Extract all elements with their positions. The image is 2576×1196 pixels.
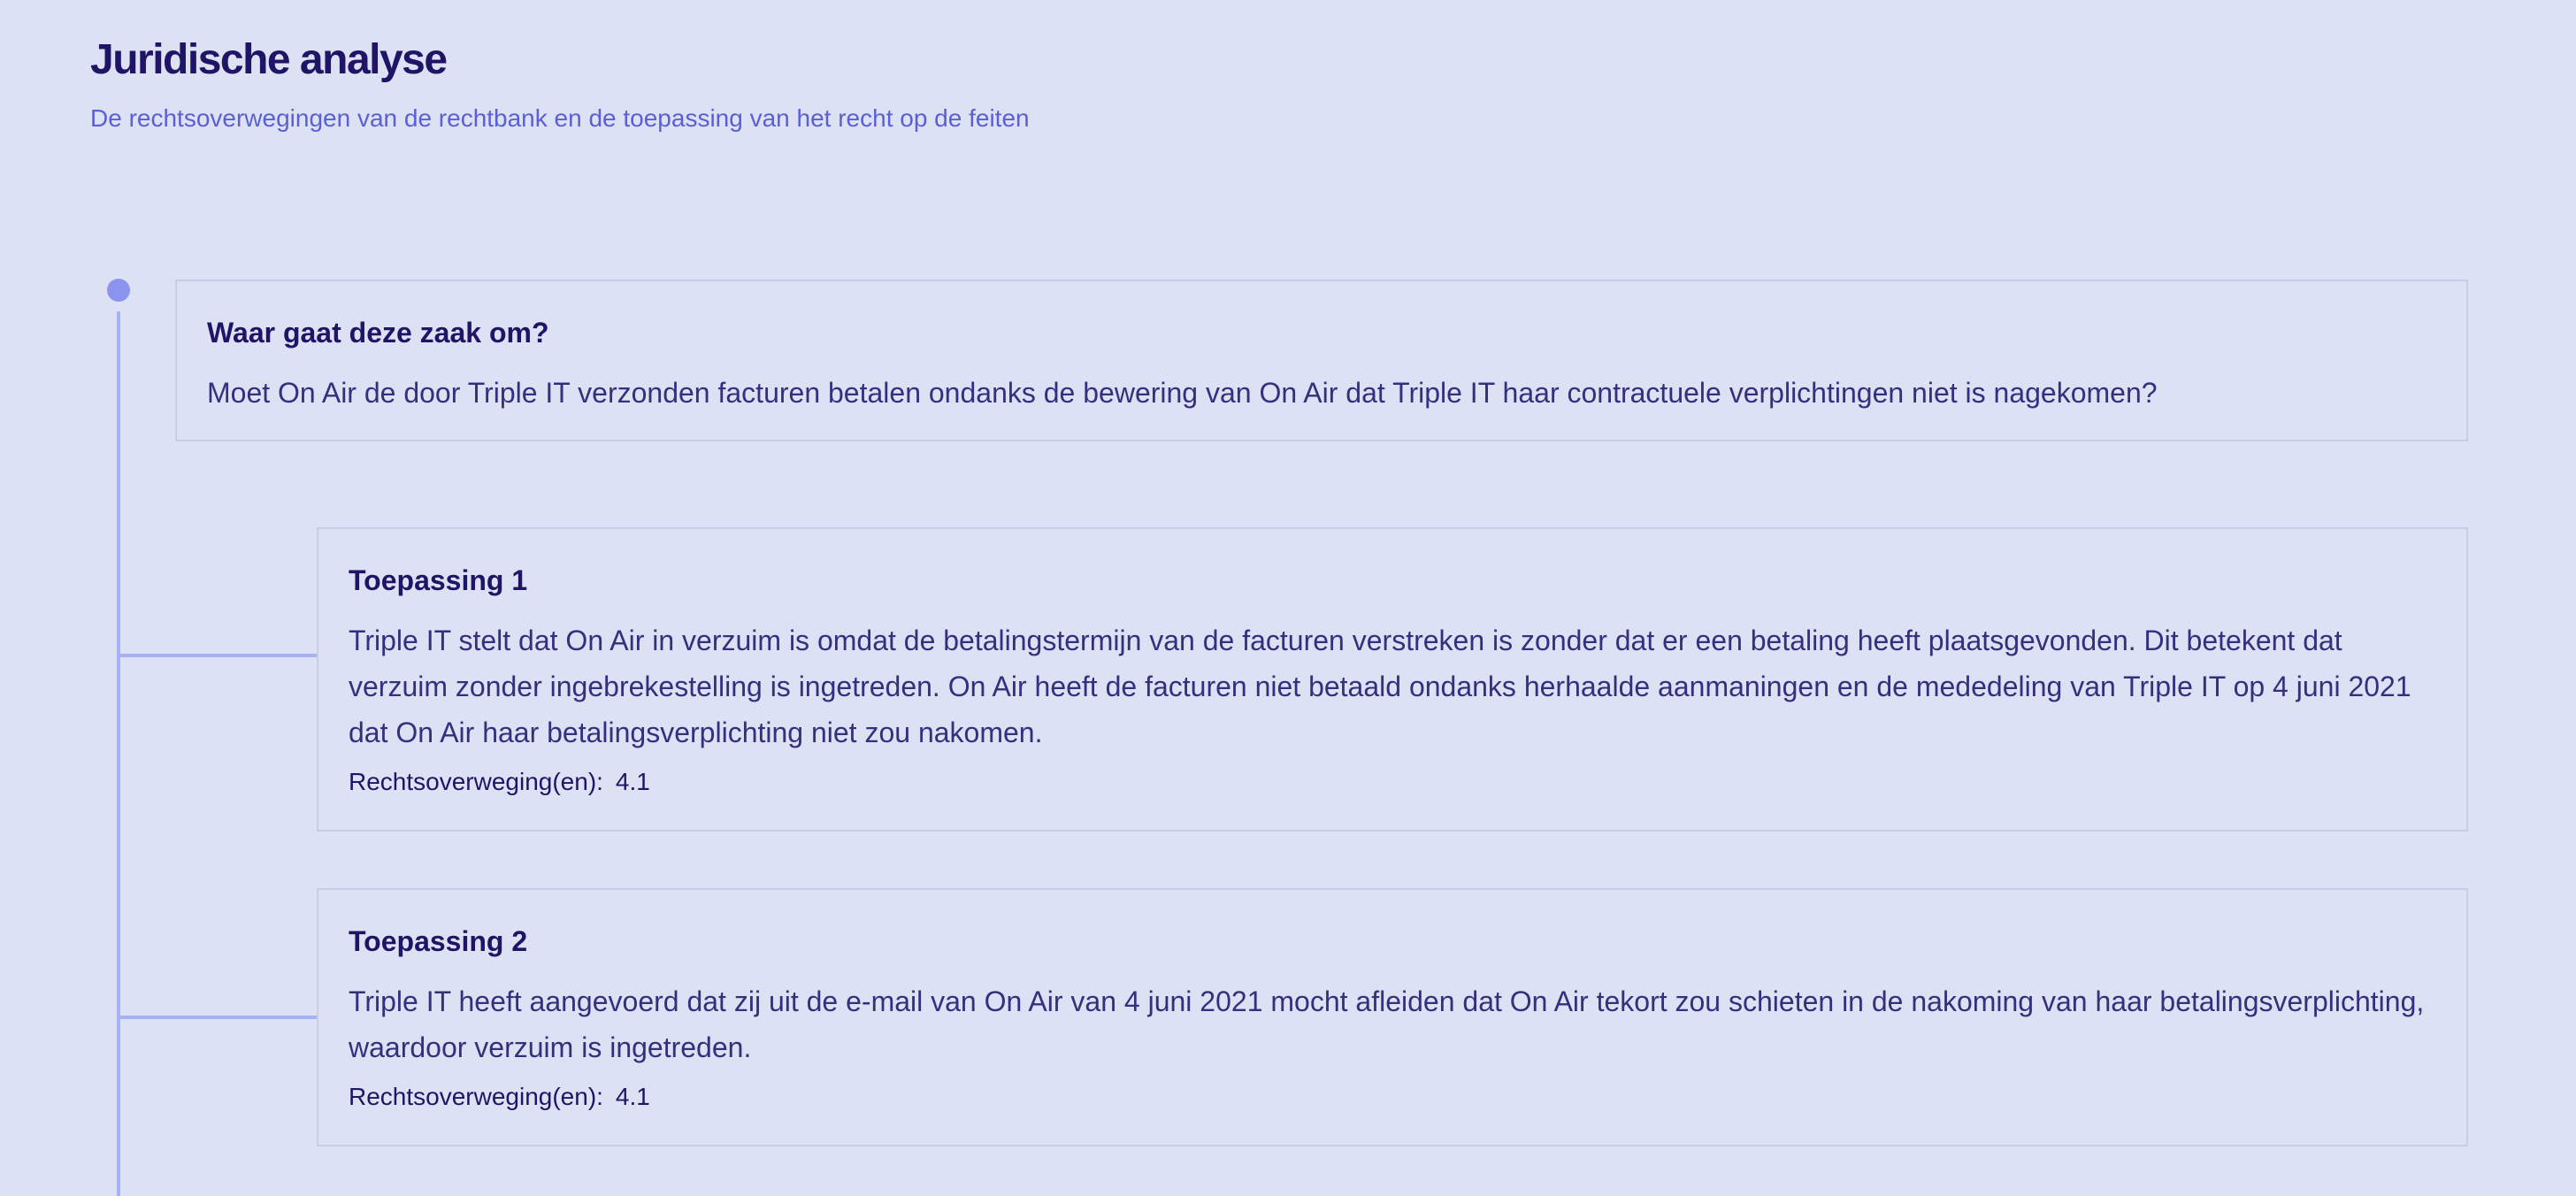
question-card-text: Moet On Air de door Triple IT verzonden … bbox=[207, 377, 2158, 409]
application-card-title: Toepassing 2 bbox=[349, 925, 528, 957]
page-subtitle: De rechtsoverwegingen van de rechtbank e… bbox=[90, 104, 1030, 132]
timeline-connector bbox=[119, 654, 318, 657]
question-card: Waar gaat deze zaak om? Moet On Air de d… bbox=[175, 280, 2468, 441]
timeline-line bbox=[117, 311, 120, 1196]
application-card-title: Toepassing 1 bbox=[349, 564, 528, 596]
application-card-text: Triple IT heeft aangevoerd dat zij uit d… bbox=[349, 985, 2425, 1063]
reference-label: Rechtsoverweging(en): bbox=[349, 768, 603, 795]
application-card-reference: Rechtsoverweging(en): 4.1 bbox=[349, 1081, 650, 1113]
reference-value: 4.1 bbox=[615, 1083, 650, 1110]
application-card: Toepassing 1 Triple IT stelt dat On Air … bbox=[317, 527, 2468, 832]
application-card-text: Triple IT stelt dat On Air in verzuim is… bbox=[349, 625, 2411, 748]
timeline-dot bbox=[107, 279, 130, 302]
application-card-reference: Rechtsoverweging(en): 4.1 bbox=[349, 766, 650, 798]
timeline-connector bbox=[119, 1016, 318, 1019]
reference-label: Rechtsoverweging(en): bbox=[349, 1083, 603, 1110]
page-title: Juridische analyse bbox=[90, 36, 448, 83]
reference-value: 4.1 bbox=[615, 768, 650, 795]
question-card-title: Waar gaat deze zaak om? bbox=[207, 317, 549, 349]
application-card: Toepassing 2 Triple IT heeft aangevoerd … bbox=[317, 888, 2468, 1146]
